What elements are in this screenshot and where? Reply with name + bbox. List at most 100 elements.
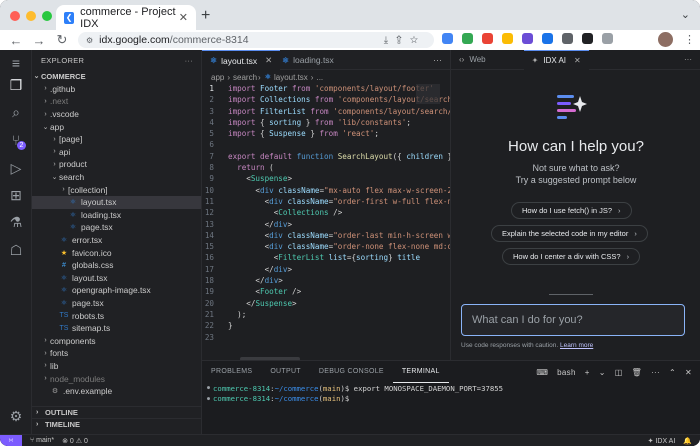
shell-name[interactable]: bash xyxy=(557,368,576,377)
suggested-prompt-button[interactable]: Explain the selected code in my editor › xyxy=(491,225,648,242)
breadcrumb-item[interactable]: layout.tsx xyxy=(274,73,308,82)
url-input[interactable]: ⚙ idx.google.com /commerce-8314 ⤓⇪☆ xyxy=(78,32,434,48)
tree-folder[interactable]: › .next xyxy=(32,95,201,108)
ai-more-icon[interactable]: ··· xyxy=(684,55,692,64)
close-panel-icon[interactable]: ✕ xyxy=(685,368,692,377)
tree-file[interactable]: ⚛ page.tsx xyxy=(32,221,201,234)
explorer-more-icon[interactable]: ··· xyxy=(185,56,193,65)
extension-icon[interactable] xyxy=(582,33,593,44)
browser-tab[interactable]: ❮ commerce - Project IDX ✕ xyxy=(56,5,196,30)
close-window-button[interactable] xyxy=(10,11,20,21)
breadcrumb-item[interactable]: app xyxy=(211,73,224,82)
back-icon[interactable]: ← xyxy=(9,33,23,48)
tree-file[interactable]: ⚙ .env.example xyxy=(32,385,201,398)
extension-icon[interactable] xyxy=(442,33,453,44)
tree-folder[interactable]: › api xyxy=(32,146,201,159)
tree-file[interactable]: ⚛ loading.tsx xyxy=(32,209,201,222)
maximize-window-button[interactable] xyxy=(42,11,52,21)
extension-icon[interactable] xyxy=(522,33,533,44)
extension-icon[interactable] xyxy=(482,33,493,44)
extension-icon[interactable] xyxy=(542,33,553,44)
chevron-down-icon[interactable]: ⌄ xyxy=(599,368,606,377)
tree-folder[interactable]: › node_modules xyxy=(32,372,201,385)
browser-menu-icon[interactable]: ⋮ xyxy=(684,33,695,46)
explorer-root[interactable]: ⌄ COMMERCE xyxy=(32,70,201,83)
settings-gear-icon[interactable]: ⚙ xyxy=(8,408,24,424)
code-token: className xyxy=(287,196,329,206)
tab-debug-console[interactable]: DEBUG CONSOLE xyxy=(310,361,393,383)
minimize-window-button[interactable] xyxy=(26,11,36,21)
extensions-puzzle-icon[interactable] xyxy=(562,33,573,44)
tree-file[interactable]: ⚛ layout.tsx xyxy=(32,272,201,285)
tab-idx-ai[interactable]: ✦ IDX AI ✕ xyxy=(523,49,589,70)
tree-file[interactable]: ⚛ error.tsx xyxy=(32,234,201,247)
breadcrumb-item[interactable]: search xyxy=(233,73,257,82)
ai-chat-input[interactable]: What can I do for you? xyxy=(461,304,685,336)
tree-folder[interactable]: › [page] xyxy=(32,133,201,146)
tab-search-icon[interactable]: ⌄ xyxy=(681,8,690,21)
site-info-icon[interactable]: ⚙ xyxy=(86,36,93,45)
new-terminal-icon[interactable]: + xyxy=(585,368,590,377)
tree-folder[interactable]: › lib xyxy=(32,360,201,373)
remote-indicator-icon[interactable]: ›‹ xyxy=(0,434,22,446)
close-icon[interactable]: ✕ xyxy=(574,56,581,65)
tab-layout-tsx[interactable]: ⚛ layout.tsx ✕ xyxy=(202,50,281,70)
code-editor[interactable]: 1 import Footer from 'components/layout/f… xyxy=(202,84,450,360)
ai-status[interactable]: ✦ IDX AI xyxy=(648,437,676,445)
tree-file[interactable]: ★ favicon.ico xyxy=(32,246,201,259)
tab-problems[interactable]: PROBLEMS xyxy=(202,361,261,383)
breadcrumb-item[interactable]: ... xyxy=(316,73,323,82)
terminal-output[interactable]: ● commerce-8314: ~/commerce(main)$ export… xyxy=(202,383,700,404)
menu-icon[interactable]: ≡ xyxy=(8,55,24,71)
timeline-section[interactable]: › TIMELINE xyxy=(32,418,202,430)
tree-file[interactable]: ⚛ page.tsx xyxy=(32,297,201,310)
search-icon[interactable]: ⌕ xyxy=(8,104,24,120)
extension-icon[interactable] xyxy=(502,33,513,44)
tree-folder[interactable]: ⌄ app xyxy=(32,120,201,133)
suggested-prompt-button[interactable]: How do I center a div with CSS? › xyxy=(502,248,641,265)
new-tab-icon[interactable]: + xyxy=(201,7,210,25)
tree-file[interactable]: ⚛ layout.tsx xyxy=(32,195,201,209)
run-debug-icon[interactable]: ▷ xyxy=(8,160,24,176)
tree-folder[interactable]: ⌄ search xyxy=(32,171,201,184)
android-icon[interactable]: ☖ xyxy=(8,242,24,258)
split-terminal-icon[interactable]: ◫ xyxy=(615,368,623,377)
extensions-icon[interactable]: ⊞ xyxy=(8,187,24,203)
more-icon[interactable]: ··· xyxy=(651,368,660,377)
close-icon[interactable]: ✕ xyxy=(265,55,272,66)
tree-folder[interactable]: › .vscode xyxy=(32,108,201,121)
tree-file[interactable]: # globals.css xyxy=(32,259,201,272)
tab-terminal[interactable]: TERMINAL xyxy=(392,361,449,383)
maximize-panel-icon[interactable]: ⌃ xyxy=(669,368,676,377)
trash-icon[interactable]: 🗑 xyxy=(632,368,642,377)
branch-indicator[interactable]: ⑂ main* xyxy=(30,437,54,444)
tree-folder[interactable]: › .github xyxy=(32,83,201,96)
tree-folder[interactable]: › product xyxy=(32,158,201,171)
extension-icon[interactable] xyxy=(462,33,473,44)
suggested-prompt-button[interactable]: How do I use fetch() in JS? › xyxy=(511,202,632,219)
tree-folder[interactable]: › components xyxy=(32,334,201,347)
outline-section[interactable]: › OUTLINE xyxy=(32,406,202,418)
reload-icon[interactable]: ↻ xyxy=(55,32,69,48)
terminal-actions: ⌨ bash + ⌄ ◫ 🗑 ··· ⌃ ✕ xyxy=(536,368,700,377)
forward-icon[interactable]: → xyxy=(32,33,46,48)
close-tab-icon[interactable]: ✕ xyxy=(179,11,188,24)
flask-icon[interactable]: ⚗ xyxy=(8,214,24,230)
tab-web[interactable]: ‹› Web xyxy=(451,50,494,70)
profile-avatar[interactable] xyxy=(658,32,673,47)
minimap[interactable] xyxy=(416,84,440,104)
tab-output[interactable]: OUTPUT xyxy=(261,361,310,383)
sidepanel-icon[interactable] xyxy=(602,33,613,44)
omnibox-actions[interactable]: ⤓⇪☆ xyxy=(384,35,426,46)
tree-file[interactable]: TS sitemap.ts xyxy=(32,322,201,335)
tab-loading-tsx[interactable]: ⚛ loading.tsx xyxy=(274,50,342,70)
tree-folder[interactable]: › [collection] xyxy=(32,183,201,196)
tree-folder[interactable]: › fonts xyxy=(32,347,201,360)
learn-more-link[interactable]: Learn more xyxy=(560,342,593,349)
editor-more-icon[interactable]: ··· xyxy=(433,55,442,65)
problems-indicator[interactable]: ⊗ 0 ⚠ 0 xyxy=(62,437,88,445)
explorer-icon[interactable]: ❐ xyxy=(8,77,24,93)
tree-file[interactable]: ⚛ opengraph-image.tsx xyxy=(32,284,201,297)
tree-file[interactable]: TS robots.ts xyxy=(32,309,201,322)
notifications-icon[interactable]: 🔔 xyxy=(683,437,692,445)
